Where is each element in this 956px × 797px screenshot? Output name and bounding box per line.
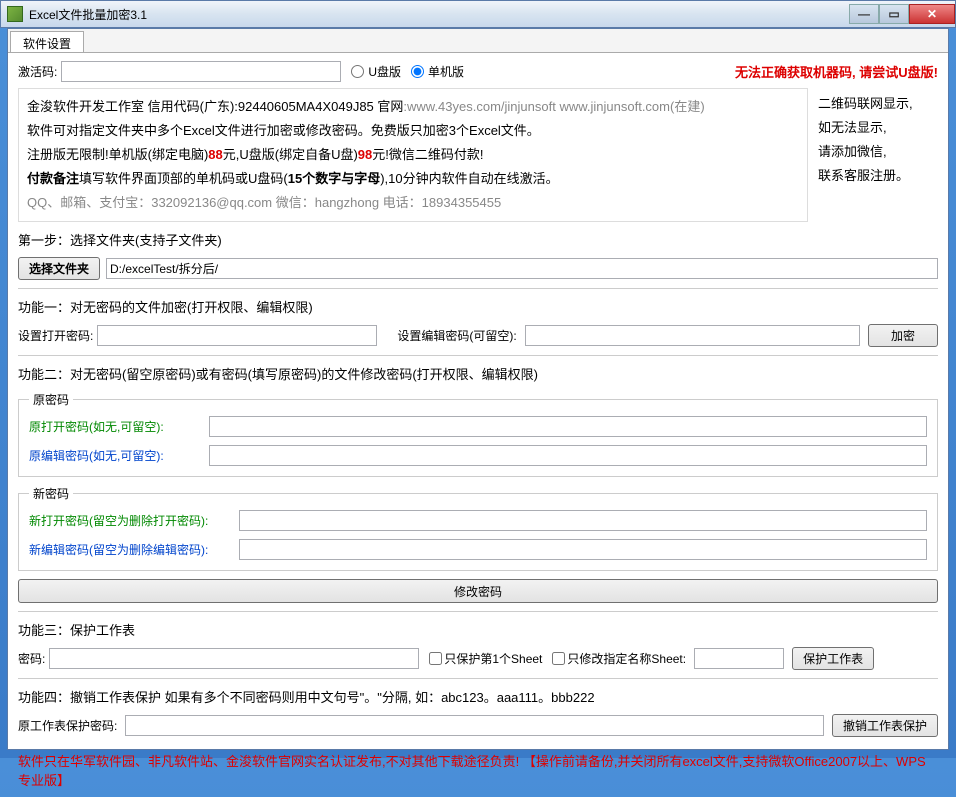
old-edit-label: 原编辑密码(如无,可留空): — [29, 447, 209, 464]
old-open-label: 原打开密码(如无,可留空): — [29, 418, 209, 435]
old-open-input[interactable] — [209, 416, 927, 437]
tab-settings[interactable]: 软件设置 — [10, 31, 84, 52]
standalone-label: 单机版 — [428, 63, 464, 80]
sheet-name-input[interactable] — [694, 648, 784, 669]
change-pw-button[interactable]: 修改密码 — [18, 579, 938, 603]
step1-title: 第一步：选择文件夹(支持子文件夹) — [18, 230, 938, 249]
func4-title: 功能四：撤销工作表保护 如果有多个不同密码则用中文句号"。"分隔, 如：abc1… — [18, 687, 938, 706]
activation-input[interactable] — [61, 61, 341, 82]
edit-pw-input[interactable] — [525, 325, 860, 346]
only-first-check[interactable] — [429, 652, 442, 665]
new-open-label: 新打开密码(留空为删除打开密码): — [29, 512, 239, 529]
f3-pw-label: 密码: — [18, 650, 45, 667]
maximize-button[interactable]: ▭ — [879, 4, 909, 24]
minimize-button[interactable]: — — [849, 4, 879, 24]
new-open-input[interactable] — [239, 510, 927, 531]
old-pw-legend: 原密码 — [29, 391, 73, 408]
titlebar: Excel文件批量加密3.1 — ▭ ✕ — [0, 0, 956, 28]
window-title: Excel文件批量加密3.1 — [29, 6, 849, 23]
tabbar: 软件设置 — [8, 29, 948, 53]
protect-sheet-button[interactable]: 保护工作表 — [792, 647, 874, 670]
old-pw-fieldset: 原密码 原打开密码(如无,可留空): 原编辑密码(如无,可留空): — [18, 391, 938, 477]
f4-pw-input[interactable] — [125, 715, 824, 736]
close-button[interactable]: ✕ — [909, 4, 955, 24]
new-pw-legend: 新密码 — [29, 485, 73, 502]
activation-label: 激活码: — [18, 63, 57, 80]
new-edit-input[interactable] — [239, 539, 927, 560]
folder-path-input[interactable] — [106, 258, 938, 279]
open-pw-label: 设置打开密码: — [18, 327, 93, 344]
usb-radio[interactable] — [351, 65, 364, 78]
new-edit-label: 新编辑密码(留空为删除编辑密码): — [29, 541, 239, 558]
f4-pw-label: 原工作表保护密码: — [18, 717, 117, 734]
info-panel: 金浚软件开发工作室 信用代码(广东):92440605MA4X049J85 官网… — [18, 88, 808, 222]
func1-title: 功能一：对无密码的文件加密(打开权限、编辑权限) — [18, 297, 938, 316]
standalone-radio[interactable] — [411, 65, 424, 78]
only-named-check[interactable] — [552, 652, 565, 665]
only-first-label: 只保护第1个Sheet — [444, 650, 542, 667]
encrypt-button[interactable]: 加密 — [868, 324, 938, 347]
unprotect-button[interactable]: 撤销工作表保护 — [832, 714, 938, 737]
only-named-label: 只修改指定名称Sheet: — [567, 650, 686, 667]
choose-folder-button[interactable]: 选择文件夹 — [18, 257, 100, 280]
footer-note: 软件只在华军软件园、非凡软件站、金浚软件官网实名认证发布,不对其他下载途径负责!… — [18, 751, 938, 789]
old-edit-input[interactable] — [209, 445, 927, 466]
func3-title: 功能三：保护工作表 — [18, 620, 938, 639]
new-pw-fieldset: 新密码 新打开密码(留空为删除打开密码): 新编辑密码(留空为删除编辑密码): — [18, 485, 938, 571]
client-area: 软件设置 激活码: U盘版 单机版 无法正确获取机器码, 请尝试U盘版! 金浚软… — [7, 28, 949, 750]
func2-title: 功能二：对无密码(留空原密码)或有密码(填写原密码)的文件修改密码(打开权限、编… — [18, 364, 938, 383]
f3-pw-input[interactable] — [49, 648, 419, 669]
usb-label: U盘版 — [368, 63, 401, 80]
app-icon — [7, 6, 23, 22]
activation-error: 无法正确获取机器码, 请尝试U盘版! — [735, 62, 938, 81]
open-pw-input[interactable] — [97, 325, 377, 346]
qr-info: 二维码联网显示, 如无法显示, 请添加微信, 联系客服注册。 — [818, 88, 938, 222]
edit-pw-label: 设置编辑密码(可留空): — [397, 327, 516, 344]
